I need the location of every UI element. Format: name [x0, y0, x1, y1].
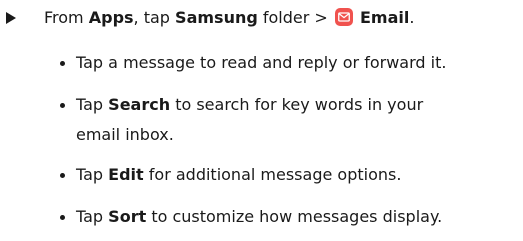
apps-label: Apps [88, 8, 134, 27]
bullet-dot-icon [60, 173, 65, 178]
email-label: Email [360, 8, 410, 27]
bullet-text: Tap a message to read and reply or forwa… [76, 53, 447, 72]
bullet-dot-icon [60, 103, 65, 108]
samsung-label: Samsung [175, 8, 258, 27]
step-line: From Apps, tap Samsung folder > Email. [0, 4, 523, 32]
step-folder-text: folder > [257, 8, 333, 27]
bullet-dot-icon [60, 61, 65, 66]
step-mid: , tap [133, 8, 176, 27]
bullet-dot-icon [60, 215, 65, 220]
email-icon [334, 8, 353, 26]
bullet-text-continuation: email inbox. [76, 125, 174, 144]
bullet-text: Tap Edit for additional message options. [76, 165, 402, 184]
bullet-text: Tap Sort to customize how messages displ… [76, 207, 443, 226]
step-prefix: From [44, 8, 89, 27]
bullet-text: Tap Search to search for key words in yo… [76, 95, 424, 114]
triangle-bullet-icon [6, 12, 16, 24]
step-text: From Apps, tap Samsung folder > Email. [44, 6, 414, 30]
step-end: . [409, 8, 415, 27]
